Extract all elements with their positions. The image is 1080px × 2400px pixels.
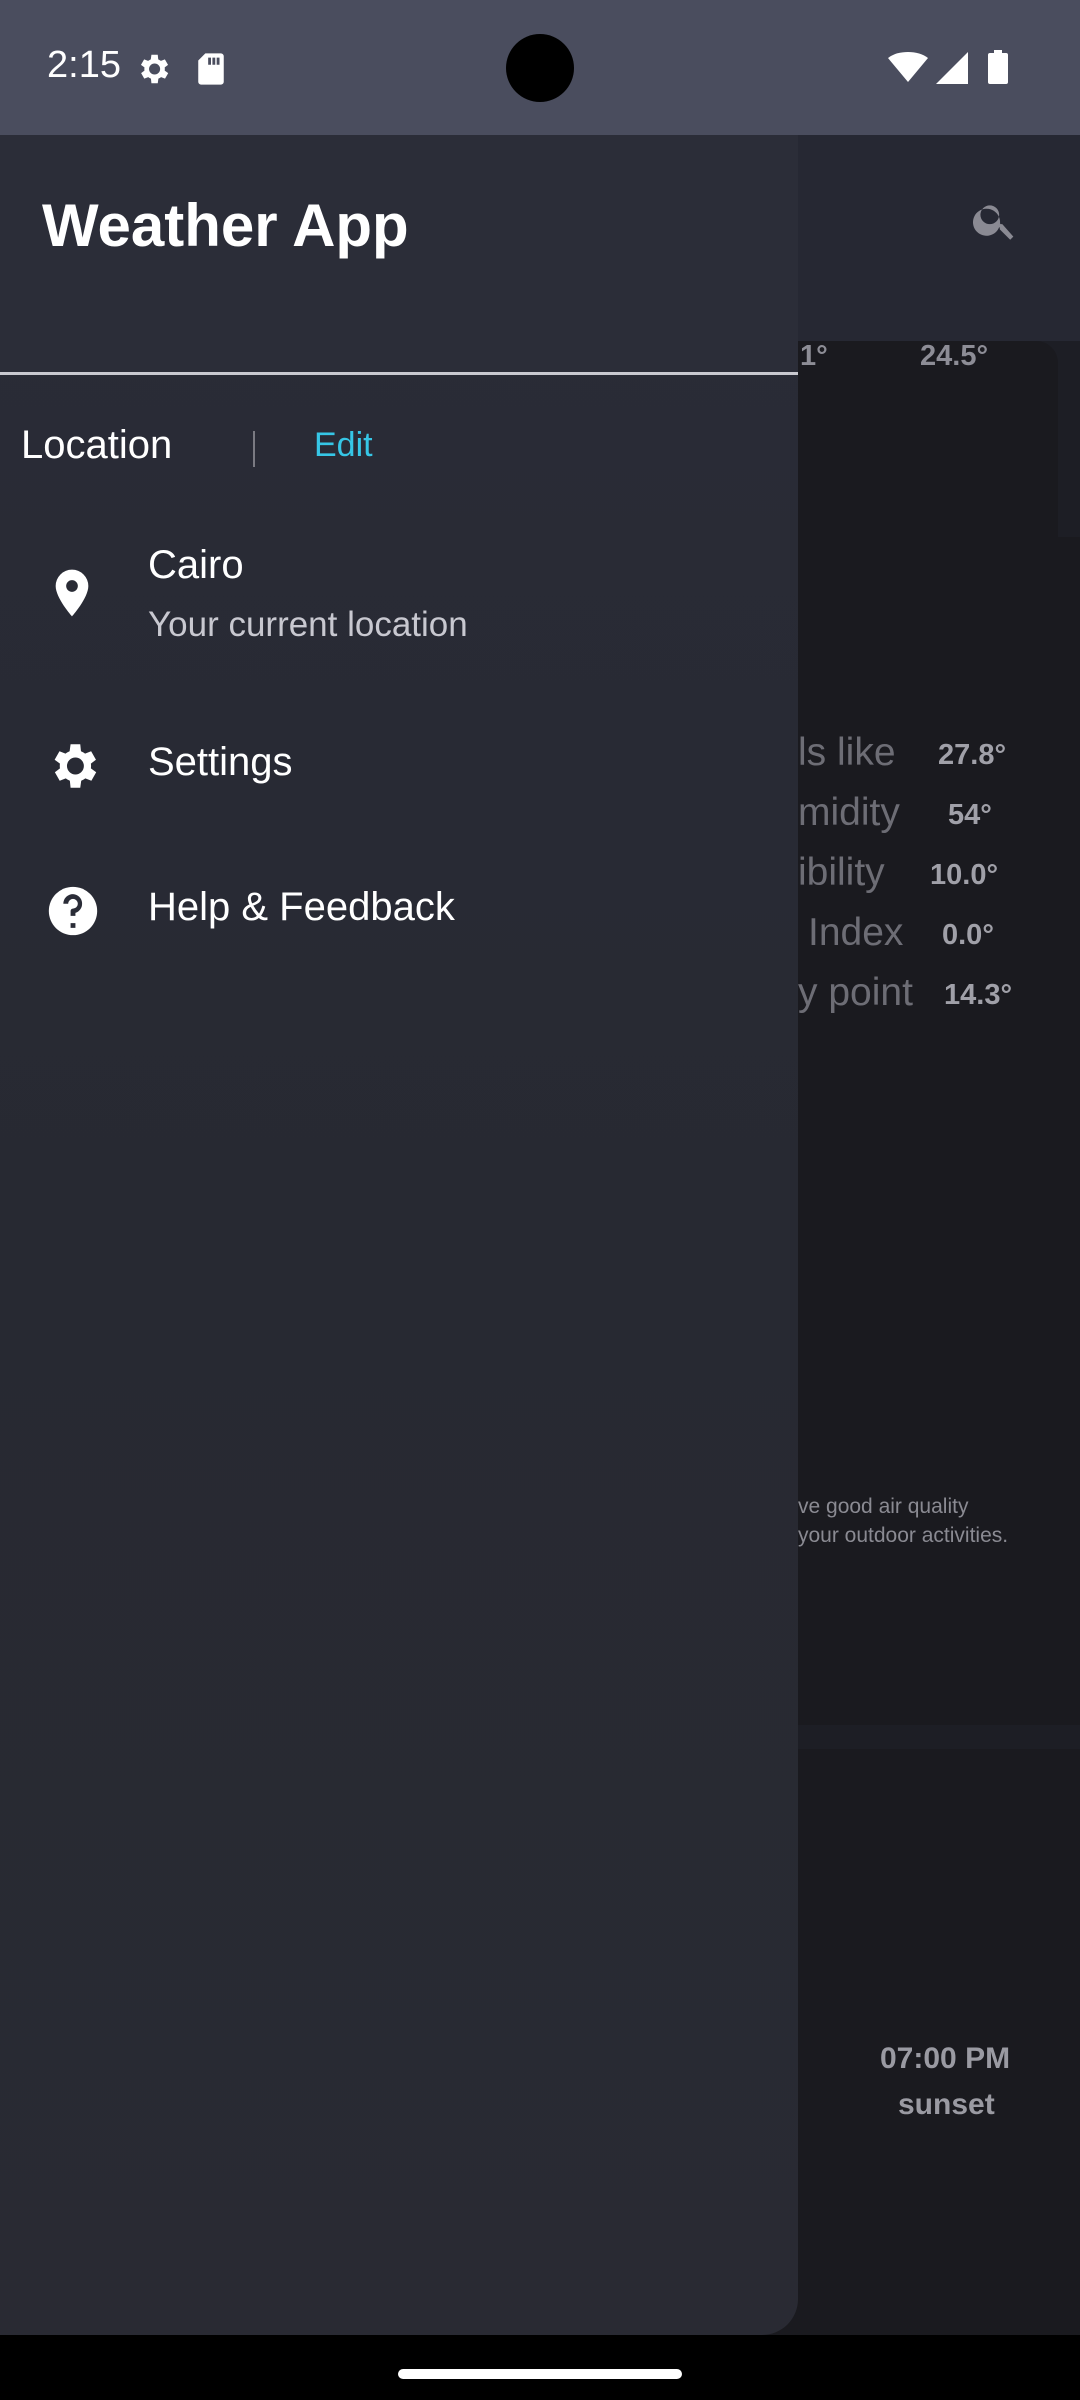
status-time: 2:15 bbox=[47, 44, 121, 86]
app-title: Weather App bbox=[42, 192, 409, 259]
edit-location-button[interactable]: Edit bbox=[314, 426, 373, 465]
drawer-item-subtitle: Your current location bbox=[148, 605, 468, 644]
sd-card-icon bbox=[196, 52, 226, 91]
temp-low: 1° bbox=[800, 340, 828, 372]
navigation-bar bbox=[0, 2335, 1080, 2400]
help-icon bbox=[44, 882, 102, 945]
detail-value: 10.0° bbox=[930, 859, 999, 891]
air-quality-text: ve good air quality bbox=[798, 1495, 969, 1518]
vertical-divider bbox=[253, 431, 255, 467]
detail-value: 14.3° bbox=[944, 979, 1013, 1011]
sunset-time: 07:00 PM bbox=[880, 2042, 1011, 2075]
detail-label: midity bbox=[798, 791, 900, 834]
drawer-item-help-feedback[interactable]: Help & Feedback bbox=[0, 850, 798, 980]
sunset-label: sunset bbox=[898, 2088, 995, 2121]
detail-label: Index bbox=[808, 911, 904, 954]
gear-icon bbox=[134, 50, 172, 93]
air-quality-text: your outdoor activities. bbox=[798, 1524, 1009, 1547]
home-handle[interactable] bbox=[398, 2369, 682, 2379]
navigation-drawer: Weather App Location Edit Cairo Your cur… bbox=[0, 135, 798, 2335]
gear-icon bbox=[44, 737, 102, 800]
camera-cutout bbox=[506, 34, 574, 102]
location-label: Location bbox=[21, 423, 173, 467]
drawer-item-cairo[interactable]: Cairo Your current location bbox=[0, 535, 798, 685]
search-icon[interactable] bbox=[970, 195, 1020, 250]
temp-high: 24.5° bbox=[920, 340, 989, 372]
battery-icon bbox=[988, 50, 1008, 89]
drawer-item-title: Help & Feedback bbox=[148, 885, 455, 929]
location-pin-icon bbox=[44, 565, 100, 626]
drawer-header: Weather App bbox=[0, 135, 798, 375]
detail-label: ibility bbox=[798, 851, 885, 894]
wifi-icon bbox=[888, 52, 928, 87]
detail-value: 54° bbox=[948, 799, 992, 831]
detail-value: 0.0° bbox=[942, 919, 994, 951]
signal-icon bbox=[936, 52, 968, 89]
detail-value: 27.8° bbox=[938, 739, 1007, 771]
status-bar: 2:15 bbox=[0, 0, 1080, 135]
detail-label: y point bbox=[798, 971, 913, 1014]
drawer-item-title: Cairo bbox=[148, 543, 244, 587]
drawer-item-title: Settings bbox=[148, 740, 293, 784]
drawer-item-settings[interactable]: Settings bbox=[0, 705, 798, 835]
divider bbox=[0, 372, 798, 375]
detail-label: ls like bbox=[798, 731, 896, 774]
